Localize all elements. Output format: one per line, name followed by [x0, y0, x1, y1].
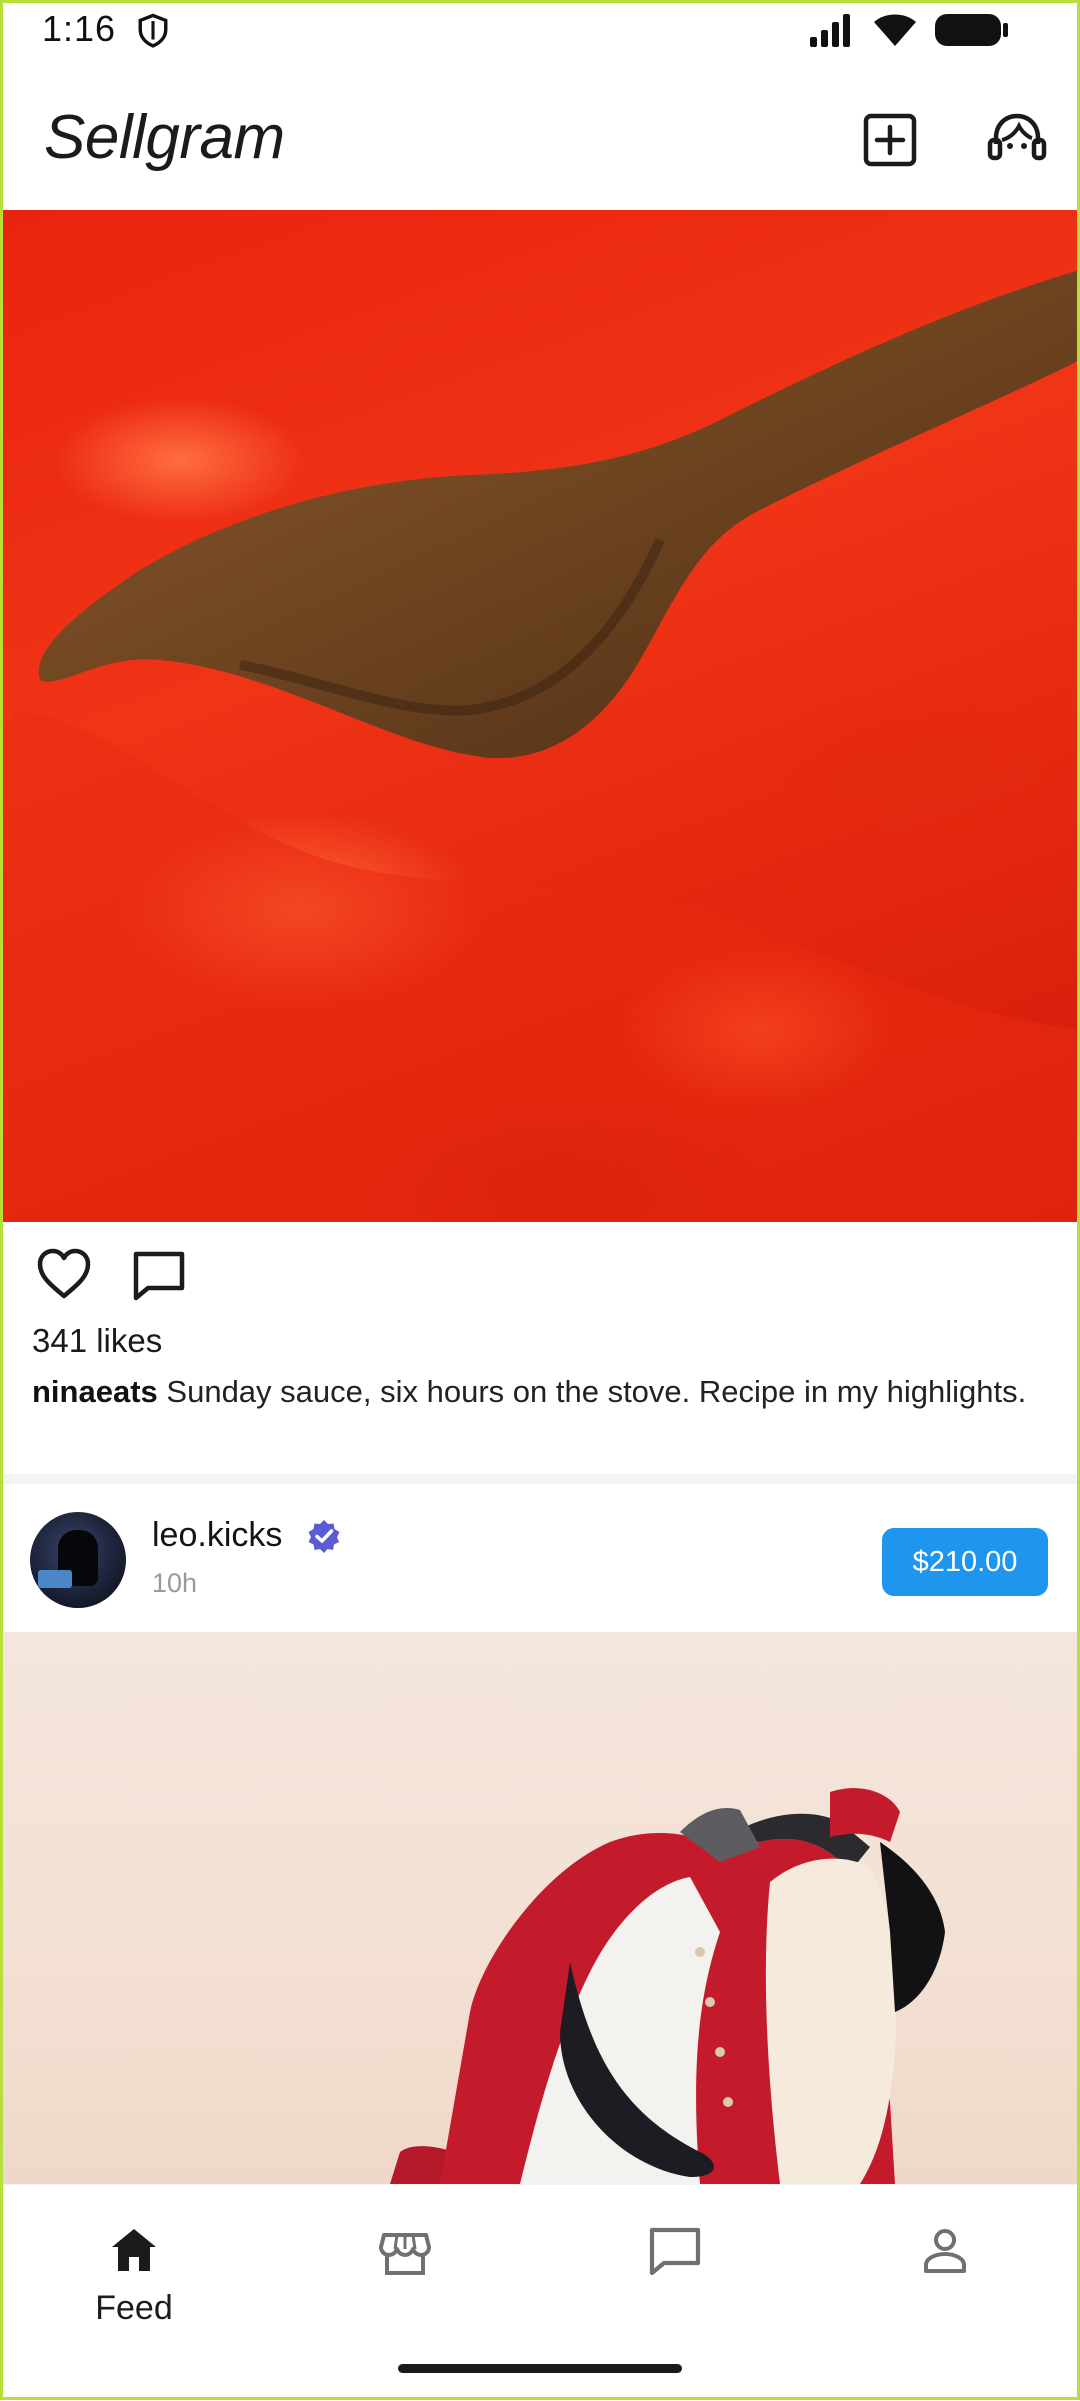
add-square-icon[interactable]	[860, 110, 920, 170]
wooden-spoon-illustration	[0, 270, 1080, 1222]
post-image-sauce[interactable]	[0, 210, 1080, 1222]
caption-text: Sunday sauce, six hours on the stove. Re…	[166, 1374, 1027, 1409]
app-title: Sellgram	[44, 103, 285, 172]
nav-label-feed: Feed	[95, 2289, 173, 2327]
post-header: leo.kicks 10h $210.00	[0, 1484, 1080, 1632]
person-icon	[920, 2225, 970, 2282]
sneaker-illustration	[390, 1788, 945, 2184]
status-time: 1:16	[42, 8, 117, 49]
app-header: Sellgram	[0, 62, 1080, 210]
avatar[interactable]	[30, 1512, 126, 1608]
verified-badge-icon	[306, 1518, 342, 1554]
post-image-sneaker[interactable]	[0, 1632, 1080, 2184]
likes-count: 341 likes	[32, 1322, 163, 1359]
support-agent-icon[interactable]	[986, 110, 1047, 170]
post-actions: 341 likes ninaeats Sunday sauce, six hou…	[0, 1222, 1080, 1462]
chat-icon	[647, 2225, 703, 2282]
battery-icon	[934, 12, 1010, 53]
heart-icon[interactable]	[34, 1246, 94, 1302]
store-icon	[378, 2225, 432, 2282]
home-icon	[108, 2225, 160, 2280]
nav-item-feed[interactable]: Feed	[54, 2205, 214, 2327]
post-caption: ninaeats Sunday sauce, six hours on the …	[32, 1372, 1032, 1412]
home-indicator	[398, 2364, 682, 2373]
comment-icon[interactable]	[130, 1248, 188, 1304]
signal-icon	[808, 13, 856, 52]
post-time: 10h	[152, 1568, 198, 1598]
caption-username[interactable]: ninaeats	[32, 1374, 158, 1409]
shield-icon	[136, 12, 170, 55]
status-bar: 1:16	[0, 0, 1080, 62]
wifi-icon	[872, 12, 918, 53]
nav-item-profile[interactable]	[865, 2205, 1025, 2325]
nav-item-chat[interactable]	[595, 2205, 755, 2325]
price-button[interactable]: $210.00	[882, 1528, 1048, 1596]
post-username[interactable]: leo.kicks	[152, 1516, 282, 1555]
nav-item-market[interactable]	[325, 2205, 485, 2325]
post-divider	[0, 1474, 1080, 1484]
